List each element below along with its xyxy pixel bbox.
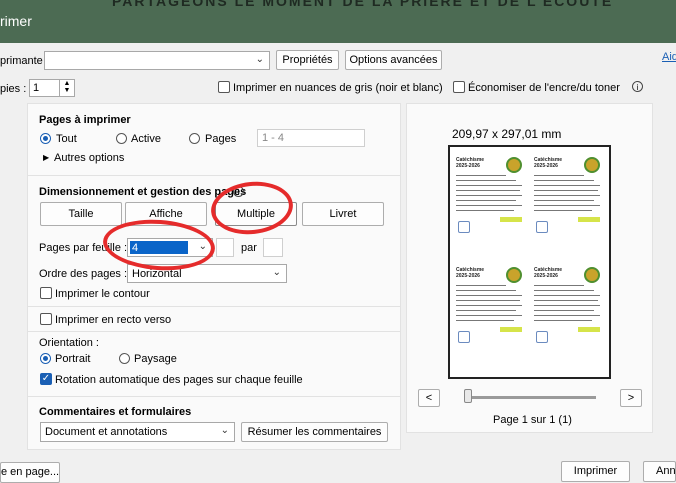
save-ink-label: Économiser de l'encre/du toner xyxy=(468,82,620,94)
stepper-arrows-icon[interactable]: ▲ ▼ xyxy=(59,80,74,96)
pages-section-title: Pages à imprimer xyxy=(39,114,131,126)
all-pages-label: Tout xyxy=(56,133,77,145)
page-indicator: Page 1 sur 1 (1) xyxy=(493,414,572,426)
orientation-label: Orientation : xyxy=(39,337,99,349)
divider xyxy=(28,331,400,332)
sizing-section-title: Dimensionnement et gestion des pages xyxy=(39,186,247,198)
summarize-comments-button[interactable]: Résumer les commentaires xyxy=(241,422,388,442)
divider xyxy=(28,396,400,397)
grayscale-label: Imprimer en nuances de gris (noir et bla… xyxy=(233,82,443,94)
thumb-subtitle: 2025-2026 xyxy=(534,163,558,169)
cancel-button[interactable]: Ann xyxy=(643,461,676,482)
parish-seal-icon xyxy=(584,267,600,283)
window-title: rimer xyxy=(0,13,32,29)
page-slider-handle[interactable] xyxy=(464,389,472,403)
auto-rotate-label: Rotation automatique des pages sur chaqu… xyxy=(55,374,303,386)
chevron-down-icon: ⌄ xyxy=(272,267,281,278)
comments-select[interactable]: Document et annotations ⌄ xyxy=(40,422,235,442)
booklet-button[interactable]: Livret xyxy=(302,202,384,226)
landscape-label: Paysage xyxy=(134,353,177,365)
logo-icon xyxy=(536,221,548,233)
grayscale-checkbox[interactable] xyxy=(218,81,230,93)
landscape-radio[interactable] xyxy=(119,353,130,364)
divider xyxy=(28,175,400,176)
duplex-label: Imprimer en recto verso xyxy=(55,314,172,326)
copies-value: 1 xyxy=(33,82,40,94)
parish-seal-icon xyxy=(506,267,522,283)
next-page-button[interactable]: > xyxy=(620,389,642,407)
page-range-radio[interactable] xyxy=(189,133,200,144)
print-button[interactable]: Imprimer xyxy=(561,461,630,482)
thumb-subtitle: 2025-2026 xyxy=(534,273,558,279)
background-document-text: PARTAGEONS LE MOMENT DE LA PRIÈRE ET DE … xyxy=(112,0,672,6)
preview-thumbnail: Catéchisme 2025-2026 xyxy=(454,265,526,347)
more-options-toggle[interactable]: Autres options xyxy=(54,152,124,164)
page-range-value: 1 - 4 xyxy=(262,132,285,144)
preview-thumbnail: Catéchisme 2025-2026 xyxy=(532,265,604,347)
save-ink-checkbox[interactable] xyxy=(453,81,465,93)
portrait-label: Portrait xyxy=(55,353,91,365)
page-setup-button[interactable]: e en page... xyxy=(0,462,60,483)
chevron-down-icon: ⌄ xyxy=(255,54,264,65)
printer-label: primante : xyxy=(0,55,49,67)
thumb-subtitle: 2025-2026 xyxy=(456,273,480,279)
divider xyxy=(28,306,400,307)
preview-thumbnail: Catéchisme 2025-2026 xyxy=(454,155,526,237)
current-page-radio[interactable] xyxy=(116,133,127,144)
page-range-label: Pages xyxy=(205,133,237,145)
expand-triangle-icon[interactable]: ▶ xyxy=(43,153,49,162)
chevron-down-icon: ⌄ xyxy=(220,425,229,436)
preview-thumbnail: Catéchisme 2025-2026 xyxy=(532,155,604,237)
page-range-input[interactable]: 1 - 4 xyxy=(257,129,365,147)
current-page-label: Active xyxy=(131,133,161,145)
page-order-label: Ordre des pages : xyxy=(39,268,128,280)
comments-select-value: Document et annotations xyxy=(45,426,168,438)
comments-section-title: Commentaires et formulaires xyxy=(39,406,192,418)
properties-button[interactable]: Propriétés xyxy=(276,50,339,70)
rows-input[interactable] xyxy=(263,238,283,257)
parish-seal-icon xyxy=(506,157,522,173)
logo-icon xyxy=(536,331,548,343)
all-pages-radio[interactable] xyxy=(40,133,51,144)
printer-select[interactable]: ⌄ xyxy=(44,51,270,70)
info-icon[interactable]: i xyxy=(632,81,643,92)
logo-icon xyxy=(458,221,470,233)
previous-page-button[interactable]: < xyxy=(418,389,440,407)
paper-size-label: 209,97 x 297,01 mm xyxy=(452,127,562,141)
duplex-checkbox[interactable] xyxy=(40,313,52,325)
advanced-options-button[interactable]: Options avancées xyxy=(345,50,442,70)
thumb-subtitle: 2025-2026 xyxy=(456,163,480,169)
title-bar xyxy=(0,0,676,43)
by-label: par xyxy=(241,242,257,254)
portrait-radio[interactable] xyxy=(40,353,51,364)
copies-stepper[interactable]: 1 ▲ ▼ xyxy=(29,79,75,97)
page-preview: Catéchisme 2025-2026 Catéchisme 2025-2026 … xyxy=(448,145,611,379)
size-button[interactable]: Taille xyxy=(40,202,122,226)
auto-rotate-checkbox[interactable]: ✓ xyxy=(40,373,52,385)
columns-input[interactable] xyxy=(216,238,234,257)
print-border-label: Imprimer le contour xyxy=(55,288,150,300)
parish-seal-icon xyxy=(584,157,600,173)
help-link[interactable]: Aid xyxy=(662,51,676,63)
print-border-checkbox[interactable] xyxy=(40,287,52,299)
logo-icon xyxy=(458,331,470,343)
copies-label: pies : xyxy=(0,83,27,95)
page-slider-track[interactable] xyxy=(468,396,596,399)
